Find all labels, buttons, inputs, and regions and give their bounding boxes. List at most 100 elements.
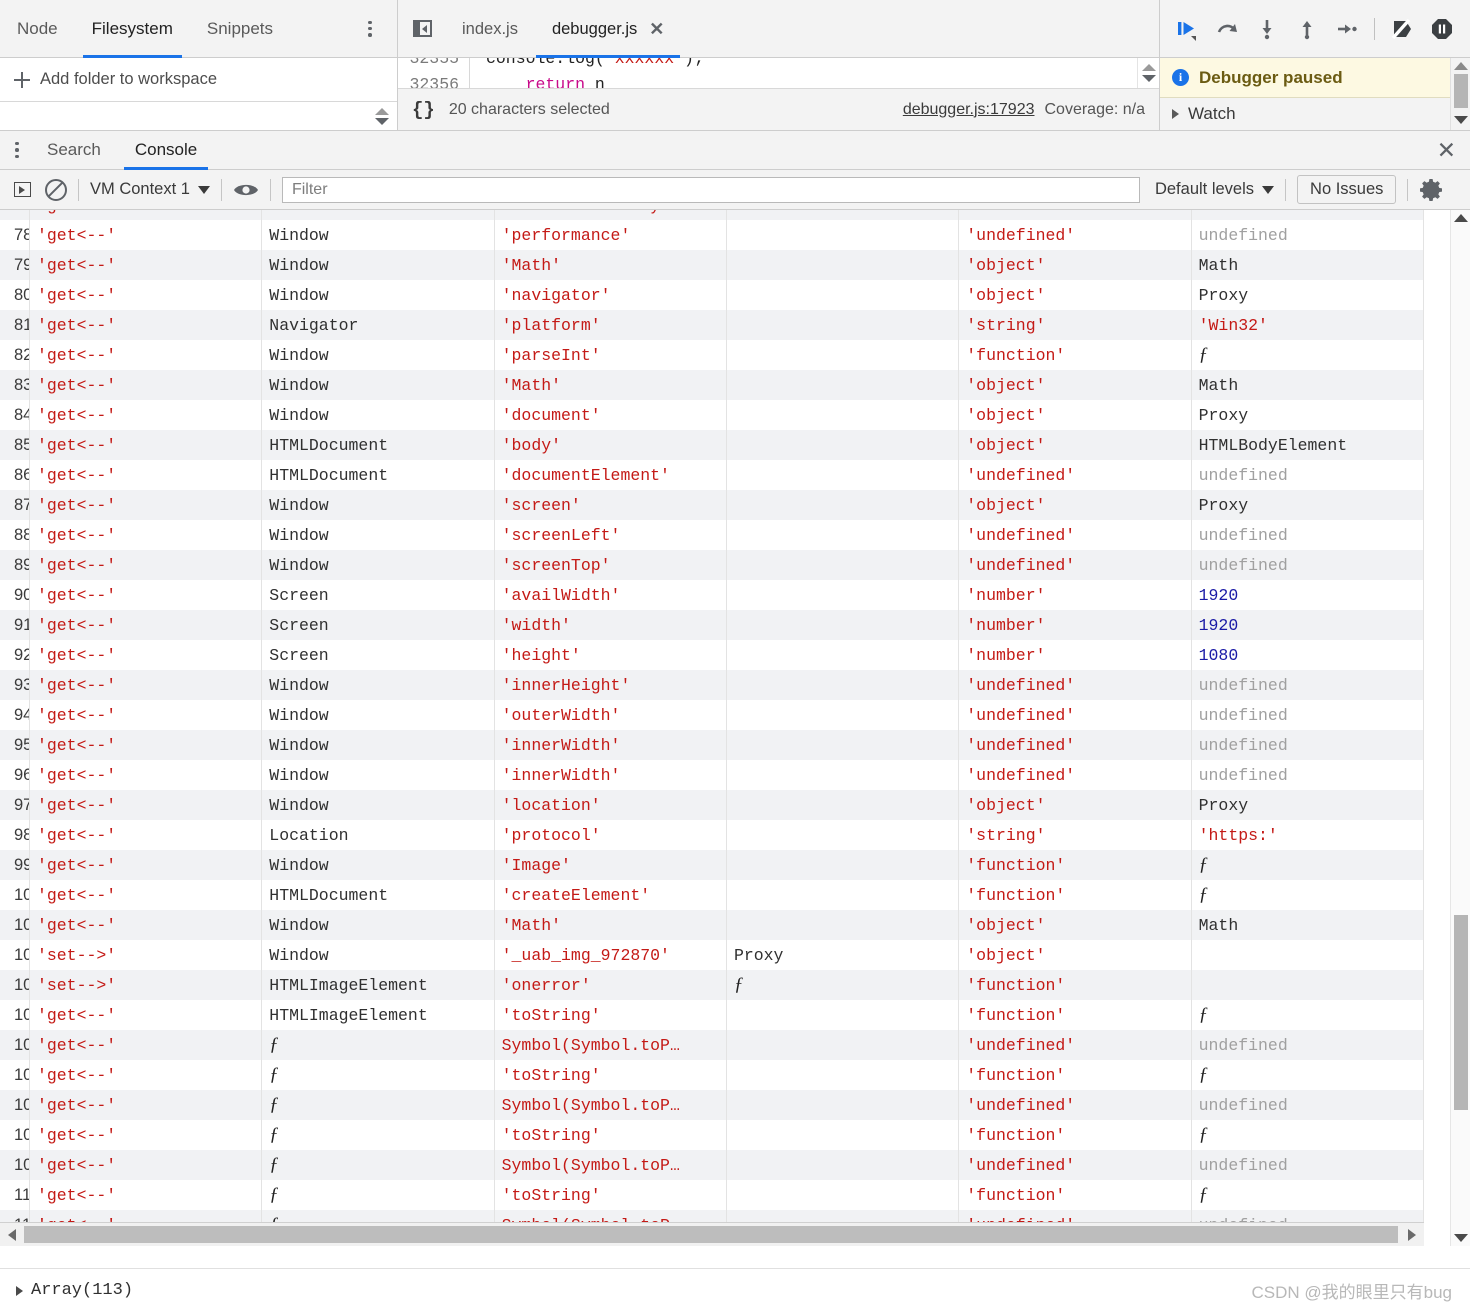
editor-tab-index-js[interactable]: index.js [446,0,534,58]
table-row[interactable]: 84'get<--' Window'document' 'object' Proxy [0,400,1425,430]
nav-tab-node[interactable]: Node [0,0,75,58]
scroll-down-icon[interactable] [1141,75,1156,82]
editor-scrollbar[interactable] [1137,58,1159,88]
table-row[interactable]: 80'get<--' Window'navigator' 'object' Proxy [0,280,1425,310]
table-row[interactable]: 92'get<--' Screen'height' 'number' 1080 [0,640,1425,670]
table-row[interactable]: 104'get<--'HTMLImageElement'toString' 'fu… [0,1000,1425,1030]
source-location-link[interactable]: debugger.js:17923 [903,101,1035,119]
table-row[interactable]: 90'get<--' Screen'availWidth' 'number' 1920 [0,580,1425,610]
issues-button[interactable]: No Issues [1297,175,1397,204]
scroll-down-icon[interactable] [1453,116,1468,124]
scroll-up-icon[interactable] [375,107,389,115]
nav-tab-filesystem[interactable]: Filesystem [75,0,190,58]
cell-value [726,370,960,400]
console-array-summary-row[interactable]: Array(113) CSDN @我的眼里只有bug [0,1268,1470,1312]
close-icon[interactable]: ✕ [1437,138,1456,162]
drawer-tab-search[interactable]: Search [30,130,118,170]
pause-on-exceptions-icon[interactable] [1427,14,1457,44]
table-row[interactable]: 86'get<--' HTMLDocument'documentElement' '… [0,460,1425,490]
table-row[interactable]: 103'set-->'HTMLImageElement'onerror'ƒ'fu… [0,970,1425,1000]
table-row[interactable]: 110'get<--'ƒ'toString''function'ƒ [0,1180,1425,1210]
cell-type: 'object' [958,490,1192,520]
kebab-menu-icon[interactable] [4,130,30,170]
scrollbar-thumb[interactable] [1454,915,1468,1110]
step-icon[interactable] [1332,14,1362,44]
table-row[interactable]: 106'get<--'ƒ'toString''function'ƒ [0,1060,1425,1090]
log-levels-selector[interactable]: Default levels [1155,180,1275,199]
pretty-print-braces-icon[interactable]: {} [412,99,435,121]
close-icon[interactable]: ✕ [649,20,664,38]
console-vertical-scrollbar[interactable] [1450,210,1470,1246]
table-row[interactable]: 93'get<--' Window'innerHeight' 'undefined'… [0,670,1425,700]
kebab-menu-icon[interactable] [361,18,379,40]
drawer-tab-console[interactable]: Console [118,130,214,170]
collapse-sidebar-icon[interactable] [408,17,436,41]
cell-result: HTMLBodyElement [1191,430,1425,460]
chevron-right-icon[interactable] [16,1285,23,1296]
table-row[interactable]: 96'get<--' Window'innerWidth' 'undefined' u… [0,760,1425,790]
cell-property: 'width' [494,610,727,640]
scroll-down-icon[interactable] [375,117,389,125]
clear-console-icon[interactable] [45,178,67,201]
watch-section-header[interactable]: Watch [1160,98,1470,130]
cell-result: ƒ [1191,1060,1425,1090]
scroll-down-icon[interactable] [1454,1234,1468,1242]
table-row[interactable]: 97'get<--' Window'location' 'object' Proxy [0,790,1425,820]
scroll-up-icon[interactable] [1454,214,1468,222]
table-row[interactable]: 79'get<--' Window 'Math' 'object' Math [0,250,1425,280]
table-row[interactable]: 105'get<--'ƒSymbol(Symbol.toP… 'undefined… [0,1030,1425,1060]
cell-type: 'undefined' [958,210,1192,220]
cell-type: 'object' [958,370,1192,400]
code-content[interactable]: console.log('xxxxxx'); return n } [470,58,1159,88]
nav-tab-snippets[interactable]: Snippets [190,0,290,58]
deactivate-breakpoints-icon[interactable] [1387,14,1417,44]
code-editor[interactable]: 32355 32356 console.log('xxxxxx'); retur… [398,58,1159,88]
table-row[interactable]: 99'get<--' Window 'Image' 'function' ƒ [0,850,1425,880]
scroll-up-icon[interactable] [1141,64,1156,71]
table-row[interactable]: 87'get<--' Window'screen' 'object' Proxy [0,490,1425,520]
table-row[interactable]: 108'get<--'ƒ'toString''function'ƒ [0,1120,1425,1150]
table-row[interactable]: 109'get<--'ƒSymbol(Symbol.toP… 'undefined… [0,1150,1425,1180]
live-expression-eye-icon[interactable] [233,181,259,199]
scroll-up-icon[interactable] [1453,62,1468,70]
table-row[interactable]: 78'get<--' Window'performance' 'undefined'… [0,220,1425,250]
navigator-scroll-spinner[interactable] [371,101,393,131]
table-row[interactable]: 82'get<--' Window'parseInt' 'function' ƒ [0,340,1425,370]
table-row[interactable]: 89'get<--' Window'screenTop' 'undefined' un… [0,550,1425,580]
console-filter-input[interactable] [281,176,1140,203]
table-row[interactable]: 81'get<--' Navigator'platform' 'string' 'Wi… [0,310,1425,340]
table-row[interactable]: 83'get<--' Window 'Math' 'object' Math [0,370,1425,400]
table-row[interactable]: 107'get<--'ƒSymbol(Symbol.toP… 'undefined… [0,1090,1425,1120]
scroll-left-icon[interactable] [0,1223,24,1247]
table-horizontal-scrollbar[interactable] [0,1222,1424,1246]
cell-index: 83 [0,370,30,400]
table-row[interactable]: 95'get<--' Window'innerWidth' 'undefined' u… [0,730,1425,760]
cell-type: 'undefined' [958,760,1192,790]
scrollbar-thumb[interactable] [24,1226,1398,1243]
table-row[interactable]: 85'get<--' HTMLDocument'body' 'object' HTML… [0,430,1425,460]
editor-tab-debugger-js[interactable]: debugger.js ✕ [535,0,681,58]
console-table-container[interactable]: 77'get<--'WindowPerformanceEntry'undefin… [0,210,1470,1246]
table-row[interactable]: 100'get<--'HTMLDocument'createElement' 'f… [0,880,1425,910]
table-row[interactable]: 98'get<--' Location'protocol' 'string''htt… [0,820,1425,850]
step-over-icon[interactable] [1212,14,1242,44]
table-row[interactable]: 88'get<--' Window'screenLeft' 'undefined' u… [0,520,1425,550]
scroll-right-icon[interactable] [1400,1223,1424,1247]
table-row[interactable]: 101'get<--'Window'Math' 'object'Math [0,910,1425,940]
execution-context-selector[interactable]: VM Context 1 [90,180,210,199]
table-row[interactable]: 77'get<--'WindowPerformanceEntry 'undefin… [0,210,1425,220]
gear-icon[interactable] [1419,177,1445,203]
table-row[interactable]: 102'set-->'Window'_uab_img_972870'Proxy'… [0,940,1425,970]
table-row[interactable]: 91'get<--' Screen'width' 'number' 1920 [0,610,1425,640]
console-sidebar-icon[interactable] [10,178,34,202]
scrollbar-thumb[interactable] [1453,74,1468,108]
step-into-icon[interactable] [1252,14,1282,44]
resume-icon[interactable] [1172,14,1202,44]
step-out-icon[interactable] [1292,14,1322,44]
cell-type: 'undefined' [958,550,1192,580]
table-row[interactable]: 94'get<--' Window'outerWidth' 'undefined' u… [0,700,1425,730]
drawer-tabbar: Search Console ✕ [0,130,1470,170]
add-folder-to-workspace-button[interactable]: Add folder to workspace [0,58,397,102]
cell-property: 'Math' [494,910,727,940]
debugger-sidebar-scrollbar[interactable] [1450,58,1470,130]
